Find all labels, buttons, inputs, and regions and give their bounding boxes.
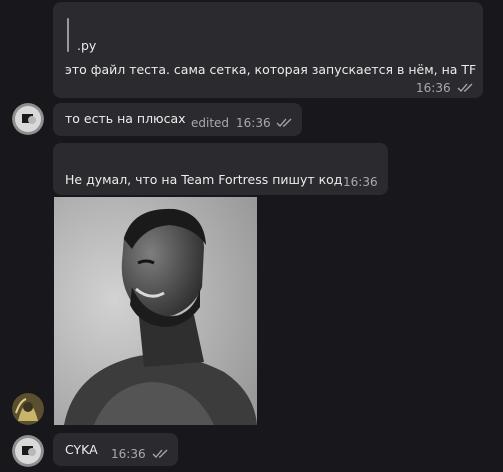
double-check-icon <box>276 118 292 127</box>
message-time: 16:36 <box>416 81 451 95</box>
message-text: то есть на плюсах <box>65 111 186 126</box>
avatar[interactable] <box>12 103 44 135</box>
quote-bar <box>67 18 69 52</box>
portrait-photo-icon <box>54 197 257 425</box>
message-time: 16:36 <box>343 175 378 189</box>
avatar[interactable] <box>12 435 44 467</box>
avatar[interactable] <box>12 393 44 425</box>
message-bubble-5[interactable]: CYKA 16:36 <box>53 433 178 466</box>
double-check-icon <box>457 83 473 92</box>
message-time: 16:36 <box>236 116 271 130</box>
photo-message[interactable] <box>54 197 257 425</box>
message-time: 16:36 <box>111 447 146 461</box>
message-bubble-2[interactable]: то есть на плюсах edited 16:36 <box>53 103 302 136</box>
message-bubble-1[interactable]: .py это файл теста. сама сетка, которая … <box>53 2 483 98</box>
message-text: это файл теста. сама сетка, которая запу… <box>65 62 477 77</box>
message-bubble-3[interactable]: Не думал, что на Team Fortress пишут код… <box>53 143 388 195</box>
message-text: Не думал, что на Team Fortress пишут код <box>65 172 343 187</box>
double-check-icon <box>152 449 168 458</box>
edited-label: edited <box>191 116 230 130</box>
quoted-file-name[interactable]: .py <box>77 38 96 53</box>
message-text: CYKA <box>65 442 98 457</box>
